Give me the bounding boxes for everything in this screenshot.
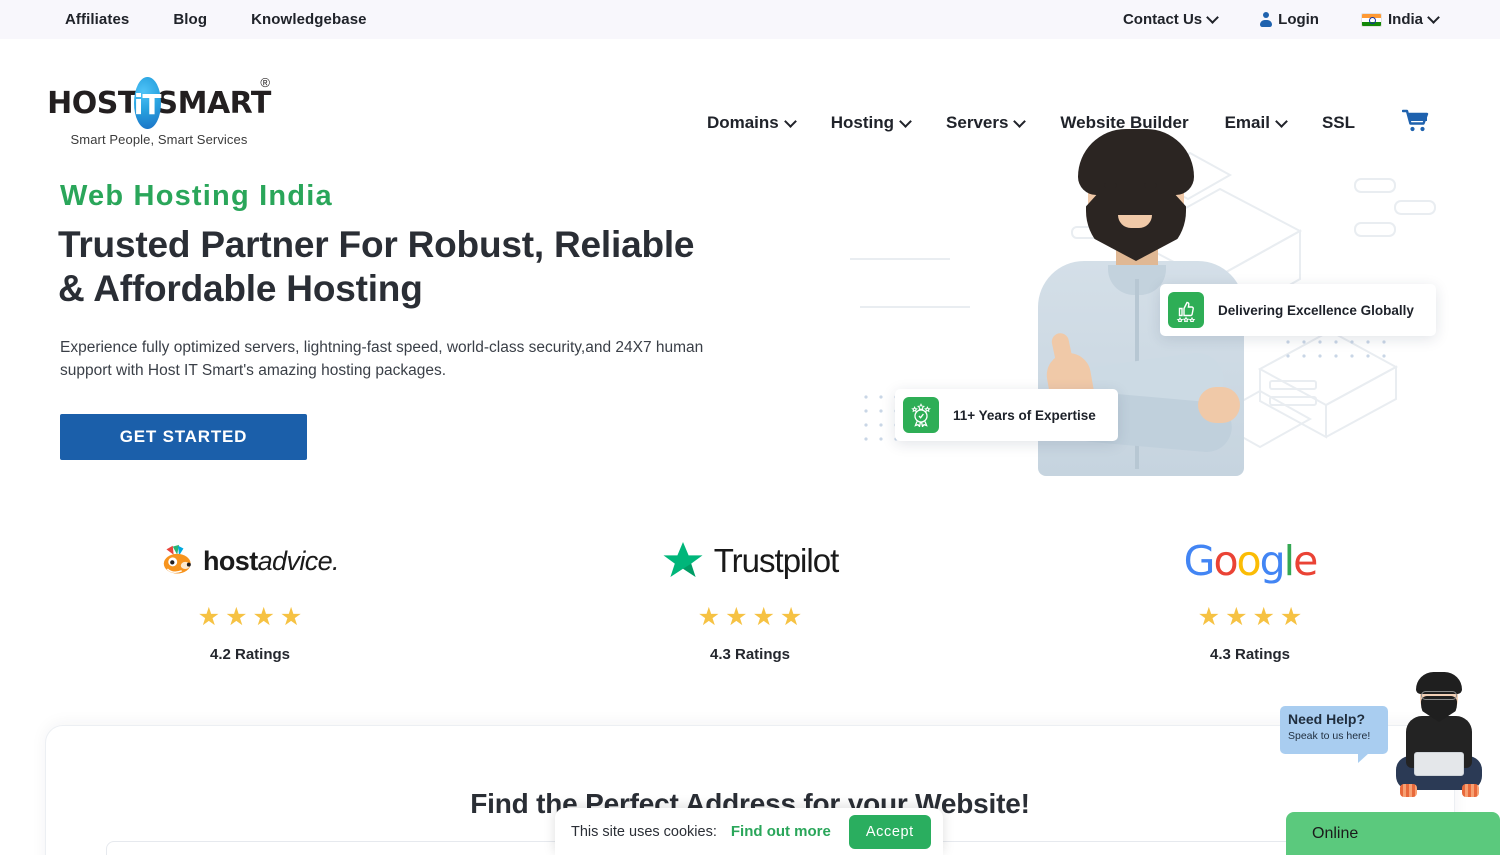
logo-text-it: iT <box>133 87 162 121</box>
india-flag-icon <box>1360 12 1382 27</box>
hostadvice-logo-bold: host <box>203 545 258 576</box>
google-letter-e: e <box>1293 537 1318 585</box>
agent-glasses-icon <box>1421 691 1457 700</box>
chat-speech-bubble[interactable]: Need Help? Speak to us here! <box>1280 706 1388 763</box>
star-icon: ★ <box>197 603 221 631</box>
star-icon: ★ <box>1225 603 1248 631</box>
rating-label-hostadvice: 4.2 Ratings <box>209 646 291 663</box>
agent-laptop-icon <box>1414 752 1464 776</box>
star-icon: ★ <box>225 603 248 631</box>
hero-eyebrow: Web Hosting India <box>60 180 333 212</box>
chat-bubble-title: Need Help? <box>1288 711 1366 727</box>
cookie-banner-text: This site uses cookies: <box>571 823 717 840</box>
trustpilot-star-icon <box>663 542 703 577</box>
contact-us-label: Contact Us <box>1122 11 1203 28</box>
trustpilot-logo: Trustpilot <box>662 533 839 589</box>
hostadvice-logo: hostadvice. <box>161 533 340 589</box>
logo-text-smart: SMART <box>156 85 272 121</box>
get-started-button[interactable]: GET STARTED <box>60 414 307 460</box>
thumbs-up-stars-icon <box>1168 292 1204 328</box>
person-hand-right <box>1198 387 1240 423</box>
cookie-consent-banner: This site uses cookies: Find out more Ac… <box>555 808 943 855</box>
badge-label-excellence: Delivering Excellence Globally <box>1218 302 1414 318</box>
star-rating-hostadvice: ★ ★ ★ ★ <box>198 605 303 630</box>
main-navigation-bar: HOST iT SMART ® Smart People, Smart Serv… <box>0 39 1500 147</box>
login-label: Login <box>1278 11 1319 28</box>
star-icon: ★ <box>279 603 303 631</box>
hero-description: Experience fully optimized servers, ligh… <box>60 339 704 379</box>
chevron-down-icon <box>1208 13 1217 22</box>
google-letter-g1: G <box>1183 537 1216 585</box>
topbar-link-blog[interactable]: Blog <box>173 11 207 28</box>
trustpilot-logo-text: Trustpilot <box>713 542 839 579</box>
logo-text-host: HOST <box>47 85 138 121</box>
star-icon: ★ <box>1197 603 1221 631</box>
top-utility-bar: Affiliates Blog Knowledgebase Contact Us… <box>0 0 1500 39</box>
logo-wordmark: HOST iT SMART ® <box>47 75 271 129</box>
star-icon: ★ <box>1279 603 1303 631</box>
topbar-link-knowledgebase[interactable]: Knowledgebase <box>251 11 367 28</box>
rating-trustpilot: Trustpilot ★ ★ ★ ★ 4.3 Ratings <box>500 515 1000 663</box>
star-icon: ★ <box>752 603 775 631</box>
ratings-row: hostadvice. ★ ★ ★ ★ 4.2 Ratings Trustpil… <box>0 515 1500 695</box>
hostadvice-fox-icon <box>163 544 191 574</box>
person-hair <box>1078 129 1194 195</box>
topbar-left-links: Affiliates Blog Knowledgebase <box>65 11 367 28</box>
badge-label-years: 11+ Years of Expertise <box>953 407 1096 423</box>
google-letter-l: l <box>1283 537 1295 585</box>
chat-status-bar[interactable]: Online <box>1286 812 1500 855</box>
cookie-accept-button[interactable]: Accept <box>848 814 931 849</box>
agent-shoe-left <box>1400 784 1417 797</box>
cookie-find-out-more-link[interactable]: Find out more <box>731 823 831 840</box>
person-eye-left <box>1104 183 1117 188</box>
hero-illustration: Delivering Excellence Globally 11+ Years… <box>830 119 1470 479</box>
live-chat-widget[interactable]: Need Help? Speak to us here! Online <box>1278 672 1500 855</box>
logo-it-circle-icon: iT <box>133 77 162 129</box>
topbar-link-affiliates[interactable]: Affiliates <box>65 11 129 28</box>
hero-section: Web Hosting India Trusted Partner For Ro… <box>0 129 1500 509</box>
star-rating-trustpilot: ★ ★ ★ ★ <box>698 605 803 630</box>
country-selector[interactable]: India <box>1360 11 1438 28</box>
google-logo: Google <box>1183 533 1319 589</box>
chat-agent-illustration <box>1388 672 1488 802</box>
star-icon: ★ <box>1252 603 1275 631</box>
star-rating-google: ★ ★ ★ ★ <box>1198 605 1303 630</box>
rating-label-google: 4.3 Ratings <box>1209 646 1291 663</box>
chat-status-label: Online <box>1312 824 1359 842</box>
page-root: Affiliates Blog Knowledgebase Contact Us… <box>0 0 1500 855</box>
registered-trademark-mark: ® <box>260 75 270 90</box>
google-letter-g2: g <box>1259 537 1286 585</box>
rating-google: Google ★ ★ ★ ★ 4.3 Ratings <box>1000 515 1500 663</box>
rating-hostadvice: hostadvice. ★ ★ ★ ★ 4.2 Ratings <box>0 515 500 663</box>
topbar-right-links: Contact Us Login India <box>1123 0 1438 39</box>
award-badge-icon <box>903 397 939 433</box>
agent-shoe-right <box>1462 784 1479 797</box>
contact-us-menu[interactable]: Contact Us <box>1123 11 1217 28</box>
rating-label-trustpilot: 4.3 Ratings <box>709 646 791 663</box>
person-eye-right <box>1144 183 1157 188</box>
badge-delivering-excellence: Delivering Excellence Globally <box>1160 284 1436 336</box>
star-icon: ★ <box>697 603 721 631</box>
star-icon: ★ <box>252 603 275 631</box>
chat-bubble-subtitle: Speak to us here! <box>1288 730 1371 743</box>
login-button[interactable]: Login <box>1259 11 1319 28</box>
chevron-down-icon <box>1429 13 1438 22</box>
google-letter-o1: o <box>1213 537 1238 585</box>
user-icon <box>1259 12 1272 27</box>
badge-years-of-expertise: 11+ Years of Expertise <box>895 389 1118 441</box>
star-icon: ★ <box>725 603 748 631</box>
star-icon: ★ <box>779 603 803 631</box>
google-letter-o2: o <box>1236 537 1262 585</box>
chevron-down-icon <box>786 117 795 126</box>
hostadvice-logo-italic: advice. <box>257 545 340 576</box>
google-logo-text: Google <box>1183 537 1319 585</box>
country-label: India <box>1387 11 1423 28</box>
hero-title: Trusted Partner For Robust, Reliable & A… <box>58 224 695 310</box>
